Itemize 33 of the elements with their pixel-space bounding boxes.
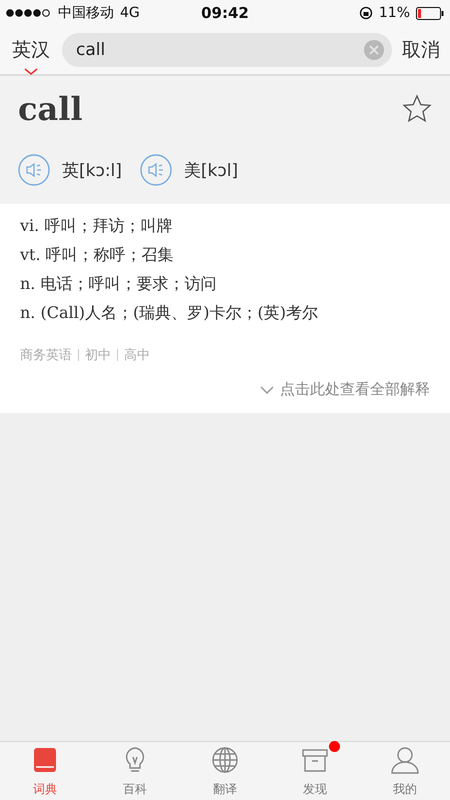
show-all-link[interactable]: 点击此处查看全部解释	[260, 380, 430, 399]
definition-line: vt. 呼叫；称呼；召集	[20, 245, 175, 266]
chevron-down-icon	[260, 386, 274, 394]
definition-line: n. 电话；呼叫；要求；访问	[20, 274, 218, 295]
dictionary-selector[interactable]: 英汉	[10, 37, 52, 63]
tab-bar-item[interactable]: 我的	[360, 742, 450, 800]
level-tag: 商务英语	[20, 346, 72, 364]
tab-bar-item[interactable]: 翻译	[180, 742, 270, 800]
network-type: 4G	[120, 5, 140, 21]
speaker-icon	[18, 154, 50, 186]
pronunciation-button[interactable]: 英[kɔ:l]	[18, 154, 122, 186]
level-tag: 高中	[124, 346, 150, 364]
battery-percent: 11%	[378, 5, 410, 21]
headword: call	[18, 90, 83, 128]
level-tag: 初中	[85, 346, 111, 364]
carrier-name: 中国移动	[58, 4, 114, 22]
star-icon[interactable]	[402, 94, 432, 124]
clock-time: 09:42	[201, 4, 249, 22]
pronunciation-button[interactable]: 美[kɔl]	[140, 154, 238, 186]
definition-line: n. (Call)人名；(瑞典、罗)卡尔；(英)考尔	[20, 303, 319, 324]
cancel-button[interactable]: 取消	[402, 37, 440, 63]
search-field[interactable]: call	[62, 33, 392, 67]
rotation-lock-icon	[358, 6, 373, 20]
tab-bar-item[interactable]: 百科	[90, 742, 180, 800]
globe-icon	[210, 744, 240, 774]
tab-bar-item[interactable]: 词典	[0, 742, 90, 800]
chevron-down-icon	[24, 68, 38, 75]
definition-line: vi. 呼叫；拜访；叫牌	[20, 216, 174, 237]
speaker-icon	[140, 154, 172, 186]
tab-bar-item[interactable]: 发现	[270, 742, 360, 800]
person-icon	[390, 744, 420, 774]
battery-icon	[416, 6, 444, 20]
signal-icon	[6, 9, 52, 17]
